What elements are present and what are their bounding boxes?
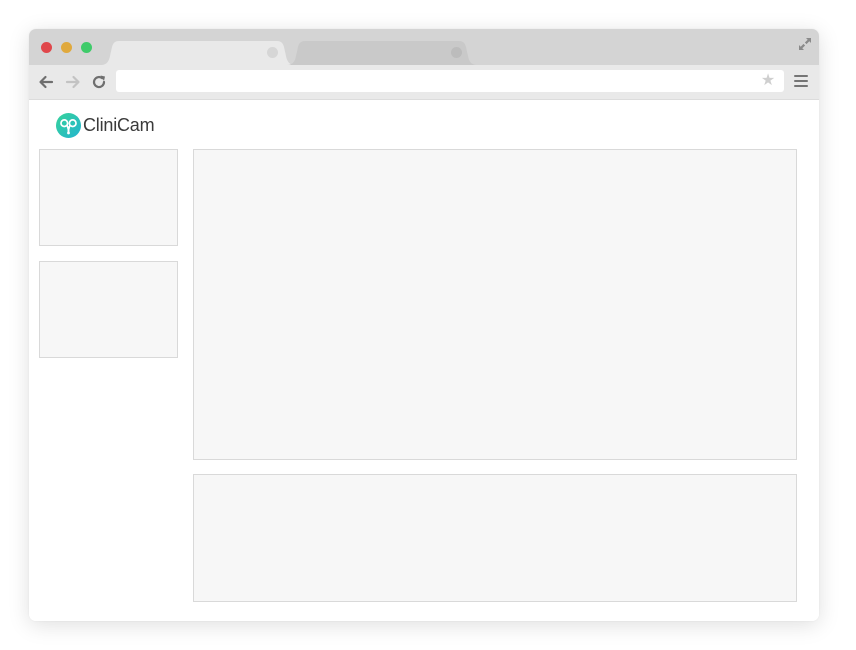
- browser-window: ★ CliniCam: [29, 29, 819, 621]
- minimize-window-button[interactable]: [61, 42, 72, 53]
- reload-icon[interactable]: [90, 73, 108, 91]
- browser-tab-active[interactable]: [101, 41, 295, 65]
- clinicam-logo[interactable]: CliniCam: [56, 112, 155, 138]
- tab-close-icon[interactable]: [451, 47, 462, 58]
- bottom-content-panel: [193, 474, 797, 602]
- tab-close-icon[interactable]: [267, 47, 278, 58]
- browser-toolbar: ★: [29, 65, 819, 100]
- clinicam-logo-icon: [56, 112, 81, 138]
- logo-text: CliniCam: [83, 114, 155, 135]
- forward-arrow-icon[interactable]: [64, 73, 82, 91]
- star-icon[interactable]: ★: [760, 72, 776, 88]
- close-window-button[interactable]: [41, 42, 52, 53]
- address-bar-input[interactable]: [116, 70, 784, 92]
- fullscreen-icon[interactable]: [797, 36, 813, 52]
- hamburger-menu-icon[interactable]: [794, 75, 808, 89]
- back-arrow-icon[interactable]: [37, 73, 55, 91]
- page-content: CliniCam: [29, 100, 819, 621]
- browser-tab-inactive[interactable]: [287, 41, 477, 65]
- main-content-panel: [193, 149, 797, 460]
- title-bar: [29, 29, 819, 65]
- maximize-window-button[interactable]: [81, 42, 92, 53]
- sidebar-card-2: [39, 261, 178, 358]
- sidebar-card-1: [39, 149, 178, 246]
